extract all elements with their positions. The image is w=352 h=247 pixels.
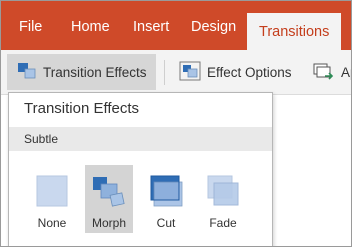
transition-effects-label: Transition Effects (43, 64, 147, 80)
effect-options-icon (179, 61, 201, 84)
ribbon-command-bar: Transition Effects Effect Options A (1, 50, 351, 95)
effect-cut-label: Cut (156, 216, 176, 230)
app-window: File Home Insert Design Transitions Tran… (0, 0, 352, 247)
effect-morph-label: Morph (91, 216, 126, 230)
apply-to-all-button[interactable]: Ap (313, 54, 351, 90)
effect-options-label: Effect Options (207, 64, 292, 80)
ribbon-tab-bar: File Home Insert Design Transitions (1, 1, 351, 50)
cut-transition-icon (149, 174, 183, 208)
tab-transitions[interactable]: Transitions (247, 13, 342, 50)
morph-transition-icon (92, 174, 126, 208)
effect-fade-label: Fade (209, 216, 237, 230)
transition-effects-button[interactable]: Transition Effects (7, 54, 156, 90)
panel-title: Transition Effects (24, 100, 140, 117)
effect-morph[interactable]: Morph (85, 165, 133, 233)
fade-transition-icon (206, 174, 240, 208)
command-separator (164, 60, 165, 85)
transition-effects-icon (17, 62, 37, 83)
effect-none-label: None (37, 216, 67, 230)
effect-fade[interactable]: Fade (199, 165, 247, 233)
apply-to-all-label: Ap (341, 64, 351, 80)
tab-design[interactable]: Design (191, 1, 236, 50)
effect-none[interactable]: None (28, 165, 76, 233)
none-transition-icon (35, 174, 69, 208)
tab-home[interactable]: Home (71, 1, 110, 50)
tab-insert[interactable]: Insert (133, 1, 169, 50)
transition-effects-dropdown: Transition Effects Subtle None Morph Cut… (8, 92, 273, 246)
tab-file[interactable]: File (19, 1, 42, 50)
effect-cut[interactable]: Cut (142, 165, 190, 233)
section-label: Subtle (24, 132, 59, 146)
effect-options-button[interactable]: Effect Options (179, 54, 292, 90)
section-header-subtle: Subtle (9, 127, 272, 151)
apply-to-all-icon (313, 61, 335, 84)
